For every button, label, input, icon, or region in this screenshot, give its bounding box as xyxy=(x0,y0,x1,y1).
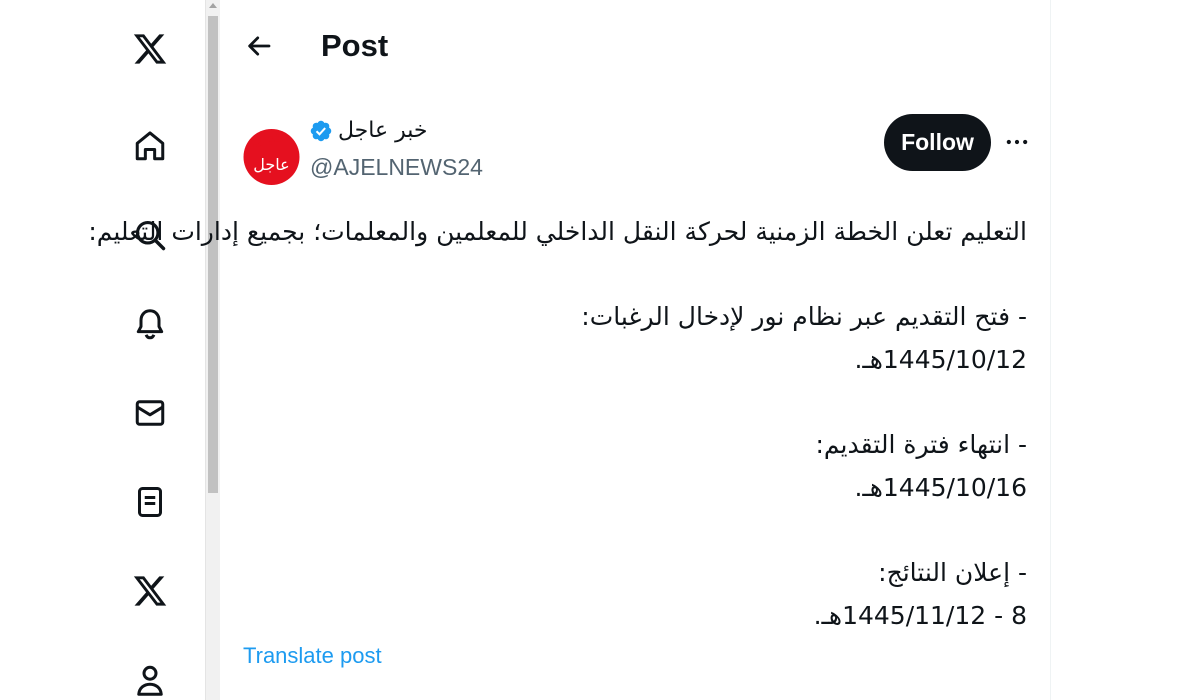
bell-glyph xyxy=(136,309,164,340)
avatar-text-top: خبر xyxy=(253,123,289,147)
post-text-line: - انتهاء فترة التقديم: xyxy=(815,430,1028,459)
lists-glyph xyxy=(138,487,162,517)
verified-badge-icon xyxy=(309,119,333,143)
x-premium-glyph xyxy=(133,576,167,606)
page-scrollbar[interactable] xyxy=(205,0,220,700)
profile-glyph xyxy=(137,665,163,696)
post-text-line: - إعلان النتائج: xyxy=(878,558,1027,587)
post-body: التعليم تعلن الخطة الزمنية لحركة النقل ا… xyxy=(88,210,1028,637)
scroll-up-arrow-icon[interactable] xyxy=(209,3,217,8)
home-icon[interactable] xyxy=(126,122,174,170)
x-premium-icon[interactable] xyxy=(126,567,174,615)
post-text-line: 8 - 1445/11/12هـ. xyxy=(813,601,1027,630)
mail-icon[interactable] xyxy=(126,389,174,437)
more-options-button[interactable] xyxy=(999,124,1035,160)
follow-button[interactable]: Follow xyxy=(884,114,991,171)
post-text-line: 1445/10/12هـ. xyxy=(854,345,1027,374)
avatar[interactable]: خبر عاجل xyxy=(243,115,300,185)
avatar-text-bottom: عاجل xyxy=(253,155,289,174)
home-glyph xyxy=(135,131,165,161)
verified-glyph xyxy=(310,120,332,142)
mail-glyph xyxy=(135,400,165,426)
sidebar xyxy=(0,0,205,700)
page-header: Post xyxy=(220,0,1050,92)
post-detail-column: Post خبر عاجل خبر عاجل @AJELNEWS24 Follo… xyxy=(88,0,1051,700)
more-dots-icon xyxy=(1006,139,1028,145)
author-name-row[interactable]: خبر عاجل xyxy=(309,112,427,150)
translate-post-link[interactable]: Translate post xyxy=(243,641,382,671)
scrollbar-thumb[interactable] xyxy=(208,16,218,493)
bell-icon[interactable] xyxy=(126,300,174,348)
post-text-line: - فتح التقديم عبر نظام نور لإدخال الرغبا… xyxy=(581,302,1027,331)
arrow-left-icon xyxy=(248,36,271,56)
back-button[interactable] xyxy=(240,27,278,65)
profile-icon[interactable] xyxy=(126,656,174,700)
author-display-name[interactable]: خبر عاجل xyxy=(338,115,427,147)
x-logo-glyph xyxy=(133,34,167,64)
app-window: Post خبر عاجل خبر عاجل @AJELNEWS24 Follo… xyxy=(0,0,1200,700)
post-text-line: التعليم تعلن الخطة الزمنية لحركة النقل ا… xyxy=(88,217,1027,246)
lists-icon[interactable] xyxy=(126,478,174,526)
avatar-logo: خبر عاجل xyxy=(243,115,300,185)
x-logo-icon[interactable] xyxy=(126,25,174,73)
author-handle[interactable]: @AJELNEWS24 xyxy=(310,151,483,183)
post-text-line: 1445/10/16هـ. xyxy=(854,473,1027,502)
page-title: Post xyxy=(321,28,389,63)
